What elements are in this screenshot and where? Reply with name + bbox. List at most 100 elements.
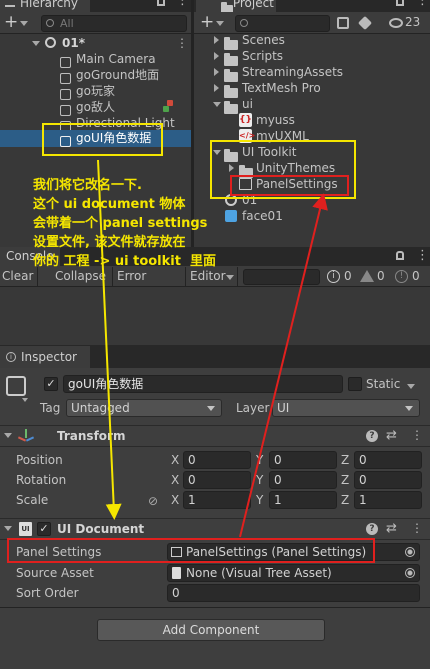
source-asset-field[interactable]: None (Visual Tree Asset)	[167, 564, 420, 582]
tab-hierarchy[interactable]: Hierarchy	[0, 0, 90, 12]
project-item[interactable]: TextMesh Pro	[194, 80, 430, 98]
filter-type-icon[interactable]	[337, 17, 349, 29]
object-name-input[interactable]: goUI角色数据	[63, 375, 343, 393]
hierarchy-item-label: go敌人	[76, 100, 115, 114]
help-icon[interactable]: ?	[366, 523, 378, 535]
source-asset-value: None (Visual Tree Asset)	[186, 566, 332, 580]
icon-dropdown[interactable]	[22, 398, 28, 402]
ui-document-header[interactable]: UI ✓ UI Document ? ⇄ ⋮	[0, 518, 430, 540]
axis-x-label: X	[171, 453, 180, 467]
ui-document-enabled-checkbox[interactable]: ✓	[37, 522, 51, 536]
preset-icon[interactable]: ⇄	[386, 521, 397, 536]
axis-y-label: Y	[256, 493, 264, 507]
add-component-button[interactable]: Add Component	[97, 619, 325, 641]
component-menu-icon[interactable]: ⋮	[411, 428, 423, 442]
expand-icon[interactable]	[32, 41, 40, 46]
position-z-value: 0	[359, 453, 367, 467]
hierarchy-item-label: Main Camera	[76, 52, 156, 66]
layer-dropdown[interactable]: UI	[272, 399, 420, 417]
object-picker-icon[interactable]	[405, 568, 415, 578]
more-menu-icon[interactable]: ⋮	[176, 0, 189, 8]
hierarchy-item[interactable]: go敌人	[0, 99, 191, 116]
project-tab-label: Project	[232, 0, 274, 10]
more-menu-icon[interactable]: ⋮	[416, 248, 429, 263]
project-item[interactable]: Scripts	[194, 48, 430, 66]
scale-x-field[interactable]: 1	[183, 491, 251, 509]
scene-row[interactable]: 01* ⋮	[0, 35, 191, 51]
project-item-label: Scenes	[242, 33, 285, 47]
axis-y-label: Y	[256, 473, 264, 487]
rotation-z-field[interactable]: 0	[354, 471, 422, 489]
expand-icon[interactable]	[213, 102, 221, 107]
warn-count-toggle[interactable]: 0	[358, 267, 389, 286]
rotation-x-field[interactable]: 0	[183, 471, 251, 489]
layer-label: Layer	[236, 401, 270, 415]
annotation-box-panel-settings	[7, 538, 375, 563]
add-icon[interactable]: +	[200, 12, 214, 32]
tag-label: Tag	[40, 401, 61, 415]
ui-document-icon: UI	[19, 522, 32, 536]
project-item[interactable]: face01	[194, 208, 430, 224]
preset-icon[interactable]: ⇄	[386, 428, 397, 443]
log-count-toggle[interactable]: i 0	[325, 267, 356, 286]
tab-inspector[interactable]: i Inspector	[0, 346, 90, 368]
help-icon[interactable]: ?	[366, 430, 378, 442]
lock-icon[interactable]	[396, 0, 404, 6]
rotation-z-value: 0	[359, 473, 367, 487]
project-item[interactable]: {} myuss	[194, 112, 430, 128]
position-y-value: 0	[274, 453, 282, 467]
rotation-y-field[interactable]: 0	[269, 471, 337, 489]
scene-label: 01*	[62, 36, 85, 50]
expand-icon[interactable]	[214, 84, 219, 92]
error-count-toggle[interactable]: ! 0	[393, 267, 430, 286]
position-label: Position	[16, 453, 63, 467]
hierarchy-item[interactable]: goGround地面	[0, 67, 191, 84]
lock-icon[interactable]	[396, 251, 404, 260]
project-item[interactable]: StreamingAssets	[194, 64, 430, 82]
add-dropdown-icon[interactable]	[216, 21, 224, 26]
hierarchy-item[interactable]: Main Camera	[0, 51, 191, 68]
static-dropdown-icon[interactable]	[407, 384, 415, 389]
transform-header[interactable]: Transform ? ⇄ ⋮	[0, 425, 430, 447]
tab-project[interactable]: Project	[196, 0, 276, 13]
project-item[interactable]: Scenes	[194, 32, 430, 50]
search-input[interactable]: All	[41, 15, 187, 32]
add-dropdown-icon[interactable]	[20, 21, 28, 26]
scene-menu-icon[interactable]: ⋮	[176, 35, 188, 51]
project-item-label: ui	[242, 97, 253, 111]
sort-order-field[interactable]: 0	[167, 584, 420, 602]
log-count: 0	[344, 269, 352, 283]
collapse-button-label: Collapse	[55, 269, 106, 283]
scale-y-field[interactable]: 1	[269, 491, 337, 509]
collapse-icon[interactable]	[4, 433, 12, 438]
project-item[interactable]: ui	[194, 96, 430, 114]
tag-dropdown[interactable]: Untagged	[66, 399, 222, 417]
active-checkbox[interactable]: ✓	[44, 377, 58, 391]
static-checkbox[interactable]	[348, 377, 362, 391]
expand-icon[interactable]	[214, 68, 219, 76]
collapse-icon[interactable]	[4, 526, 12, 531]
inspector-tab-label: Inspector	[21, 350, 77, 364]
component-divider	[0, 607, 430, 608]
hierarchy-item[interactable]: go玩家	[0, 83, 191, 100]
search-icon	[240, 19, 248, 27]
hierarchy-item-label: go玩家	[76, 84, 115, 98]
object-picker-icon[interactable]	[405, 547, 415, 557]
position-z-field[interactable]: 0	[354, 451, 422, 469]
add-icon[interactable]: +	[4, 12, 18, 32]
more-menu-icon[interactable]: ⋮	[416, 0, 429, 8]
gameobject-large-icon	[6, 376, 26, 396]
console-search-input[interactable]	[243, 269, 320, 285]
hierarchy-tab-icon	[5, 0, 15, 7]
expand-icon[interactable]	[214, 52, 219, 60]
project-search-input[interactable]	[235, 15, 330, 32]
hidden-packages-icon[interactable]	[389, 18, 403, 28]
position-x-field[interactable]: 0	[183, 451, 251, 469]
position-y-field[interactable]: 0	[269, 451, 337, 469]
link-icon[interactable]: ⊘	[148, 494, 158, 508]
component-menu-icon[interactable]: ⋮	[411, 521, 423, 535]
scale-z-field[interactable]: 1	[354, 491, 422, 509]
expand-icon[interactable]	[214, 36, 219, 44]
lock-icon[interactable]	[157, 0, 165, 6]
transform-title: Transform	[57, 429, 126, 443]
